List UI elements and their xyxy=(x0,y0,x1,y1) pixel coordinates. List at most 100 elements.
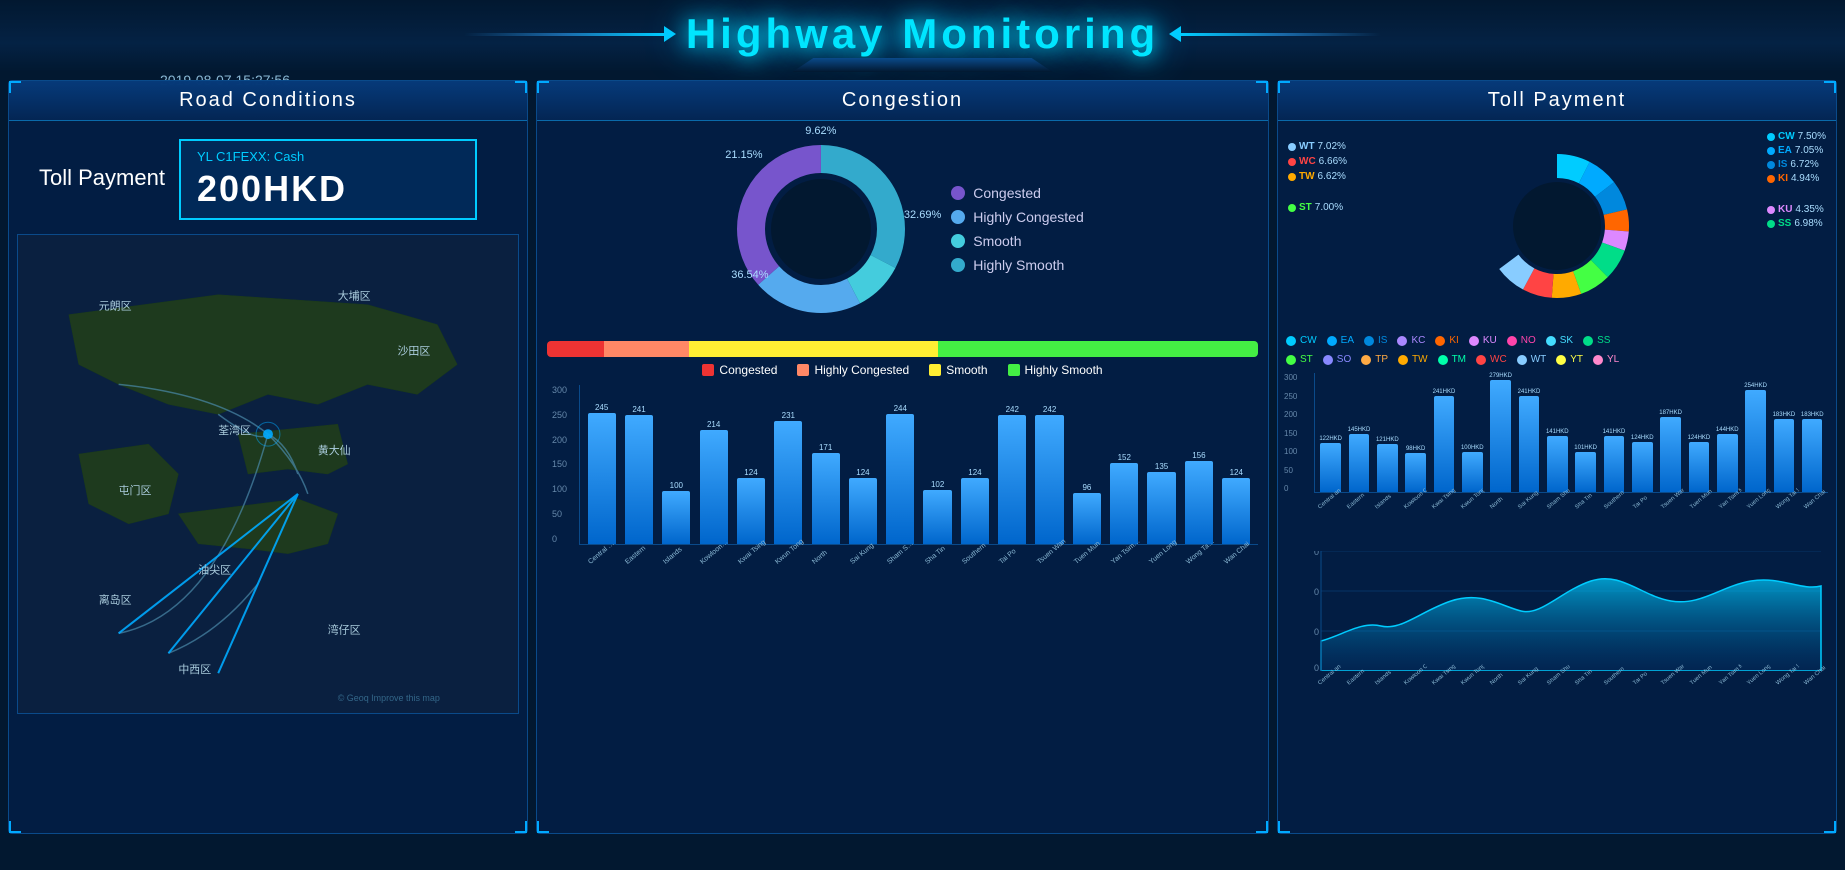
svg-text:0: 0 xyxy=(1314,663,1319,671)
toll-payment-label: Toll Payment xyxy=(39,165,165,191)
toll-payment-panel: Toll Payment WT 7.02% WC 6.66% TW 6.6 xyxy=(1277,80,1837,834)
bar-col: 244 xyxy=(883,384,918,544)
bar-col: 135 xyxy=(1144,384,1179,544)
legend-dot-congested xyxy=(951,186,965,200)
road-conditions-panel: Road Conditions Toll Payment YL C1FEXX: … xyxy=(8,80,528,834)
header: Highway Monitoring 2019-08-07 15:27:56 xyxy=(0,0,1845,72)
main-content: Road Conditions Toll Payment YL C1FEXX: … xyxy=(0,72,1845,842)
road-conditions-title: Road Conditions xyxy=(9,81,527,121)
toll-legend-item: TM xyxy=(1438,354,1466,365)
gauge-legend-congested: Congested xyxy=(702,363,777,377)
toll-bar-col: 124HKD xyxy=(1629,372,1656,492)
legend-dot-smooth xyxy=(951,234,965,248)
toll-donut-section: WT 7.02% WC 6.66% TW 6.62% ST 7.00% xyxy=(1278,121,1836,331)
toll-bar-col: 124HKD xyxy=(1685,372,1712,492)
toll-legend-item: NO xyxy=(1507,335,1536,346)
gauge-bar xyxy=(547,341,1258,357)
toll-bar-area: 050100150200250300 122HKD145HKD121HKD98H… xyxy=(1314,373,1828,493)
congestion-bar-chart: 050100150200250300 245241100214124231171… xyxy=(547,385,1258,604)
gauge-smooth xyxy=(689,341,938,357)
toll-legend-item: EA xyxy=(1327,335,1354,346)
vehicle-info: YL C1FEXX: Cash xyxy=(197,149,459,164)
gauge-legend-highly-smooth: Highly Smooth xyxy=(1008,363,1103,377)
toll-legend-item: TP xyxy=(1361,354,1388,365)
toll-legend-row-2: ST SO TP TW TM WC WT YT YL xyxy=(1278,350,1836,369)
svg-text:© Geoq Improve this map: © Geoq Improve this map xyxy=(338,693,440,703)
toll-bar-col: 187HKD xyxy=(1657,372,1684,492)
toll-legend-item: SK xyxy=(1546,335,1573,346)
svg-text:元朗区: 元朗区 xyxy=(99,300,132,313)
pct-label-highly-smooth: 32.69% xyxy=(904,209,941,221)
donut-legend: Congested Highly Congested Smooth Highly… xyxy=(951,185,1084,273)
bar-col: 124 xyxy=(845,384,880,544)
toll-y-axis: 050100150200250300 xyxy=(1284,373,1297,493)
toll-labels-left: WT 7.02% WC 6.66% TW 6.62% ST 7.00% xyxy=(1288,141,1347,217)
toll-bar-col: 183HKD xyxy=(1770,372,1797,492)
toll-legend-item: YL xyxy=(1593,354,1619,365)
congestion-title: Congestion xyxy=(537,81,1268,121)
bar-col: 124 xyxy=(1219,384,1254,544)
toll-legend-item: TW xyxy=(1398,354,1428,365)
bar-col: 102 xyxy=(920,384,955,544)
bar-col: 231 xyxy=(771,384,806,544)
toll-legend-item: CW xyxy=(1286,335,1317,346)
toll-legend-item: SS xyxy=(1583,335,1610,346)
congestion-panel: Congestion 36.54% 21.15% 9.62% 32.69% xyxy=(536,80,1269,834)
svg-text:油尖区: 油尖区 xyxy=(198,563,231,577)
toll-legend-item: WC xyxy=(1476,354,1507,365)
legend-highly-smooth: Highly Smooth xyxy=(951,257,1084,273)
toll-bar-col: 100HKD xyxy=(1459,372,1486,492)
toll-bar-col: 121HKD xyxy=(1374,372,1401,492)
pct-label-smooth: 9.62% xyxy=(805,125,836,137)
svg-text:沙田区: 沙田区 xyxy=(397,345,430,358)
toll-legend-item: KC xyxy=(1397,335,1425,346)
toll-bar-col: 241HKD xyxy=(1515,372,1542,492)
toll-labels-right: CW 7.50% EA 7.05% IS 6.72% KI 4.94% xyxy=(1767,131,1826,229)
toll-bar-col: 98HKD xyxy=(1402,372,1429,492)
gauge-congested xyxy=(547,341,604,357)
toll-legend-row-1: CWEAISKCKIKUNOSKSS xyxy=(1278,331,1836,350)
svg-text:100: 100 xyxy=(1314,627,1319,637)
toll-bar-col: 141HKD xyxy=(1600,372,1627,492)
toll-legend-item: WT xyxy=(1517,354,1547,365)
bar-col: 214 xyxy=(696,384,731,544)
bar-chart-area: 050100150200250300 245241100214124231171… xyxy=(579,385,1258,545)
legend-congested: Congested xyxy=(951,185,1084,201)
payment-amount: 200HKD xyxy=(197,168,459,210)
svg-text:300: 300 xyxy=(1314,551,1319,557)
toll-legend-item: YT xyxy=(1556,354,1583,365)
svg-text:黄大仙: 黄大仙 xyxy=(318,443,351,457)
gauge-legend: Congested Highly Congested Smooth Highly… xyxy=(537,363,1268,377)
toll-legend-item: KI xyxy=(1435,335,1458,346)
gauge-highly-smooth xyxy=(938,341,1258,357)
svg-text:湾仔区: 湾仔区 xyxy=(328,622,361,636)
svg-text:大埔区: 大埔区 xyxy=(338,289,371,303)
bar-col: 241 xyxy=(621,384,656,544)
bar-col: 242 xyxy=(1032,384,1067,544)
pct-label-congested: 36.54% xyxy=(731,269,768,281)
toll-bar-col: 254HKD xyxy=(1742,372,1769,492)
bar-col: 152 xyxy=(1107,384,1142,544)
y-axis-labels: 050100150200250300 xyxy=(552,385,567,544)
gauge-highly-congested xyxy=(604,341,689,357)
toll-bar-col: 279HKD xyxy=(1487,372,1514,492)
area-chart: 300 200 100 0 Central and WesternEastern… xyxy=(1286,551,1828,723)
toll-bar-col: 145HKD xyxy=(1345,372,1372,492)
bar-col: 96 xyxy=(1069,384,1104,544)
toll-bar-col: 122HKD xyxy=(1317,372,1344,492)
pct-label-highly-congested: 21.15% xyxy=(725,149,762,161)
toll-bar-col: 141HKD xyxy=(1544,372,1571,492)
legend-highly-congested: Highly Congested xyxy=(951,209,1084,225)
gauge-legend-smooth: Smooth xyxy=(929,363,987,377)
bar-col: 242 xyxy=(995,384,1030,544)
toll-payment-title: Toll Payment xyxy=(1278,81,1836,121)
legend-dot-highly-smooth xyxy=(951,258,965,272)
toll-legend-item: SO xyxy=(1323,354,1351,365)
bar-col: 124 xyxy=(957,384,992,544)
toll-legend-item: ST xyxy=(1286,354,1313,365)
svg-text:屯门区: 屯门区 xyxy=(119,483,152,497)
donut-section: 36.54% 21.15% 9.62% 32.69% xyxy=(537,129,1268,329)
map-container: 元朗区 大埔区 沙田区 荃湾区 屯门区 黄大仙 油尖区 离岛区 中西区 湾仔区 … xyxy=(17,234,519,714)
toll-bar-chart: 050100150200250300 122HKD145HKD121HKD98H… xyxy=(1286,373,1828,547)
bar-col: 100 xyxy=(659,384,694,544)
